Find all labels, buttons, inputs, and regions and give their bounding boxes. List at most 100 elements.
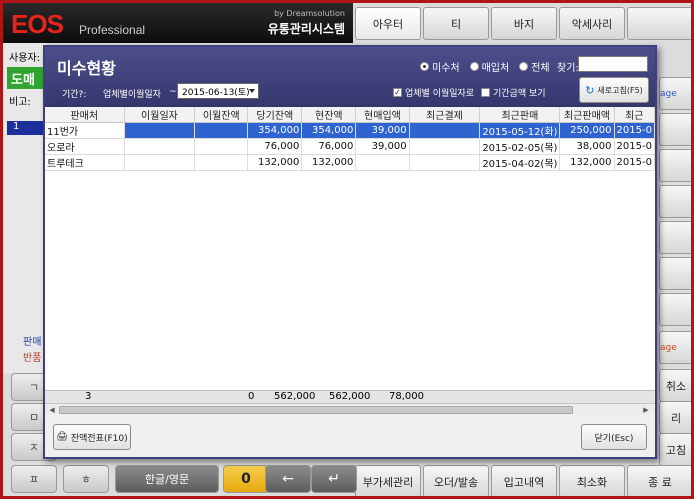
radio-receivables-label: 미수처: [432, 63, 460, 74]
tile-outer[interactable]: 아우터: [355, 7, 421, 40]
dialog-title: 미수현황: [57, 59, 116, 78]
receivables-dialog: 미수현황 미수처 매입처 전체 찾기: 기간?: 업체별이월일자 ~ 2015-…: [43, 45, 657, 459]
total-current-balance: 562,000: [329, 391, 371, 402]
ri-tile[interactable]: 리: [659, 401, 691, 434]
cell-seller: 오로라: [45, 138, 125, 155]
col-header-carry-date[interactable]: 이월일자: [124, 107, 196, 123]
col-header-recent[interactable]: 최근: [614, 107, 655, 123]
tile-accessories[interactable]: 악세사리: [559, 7, 625, 40]
col-header-carry-balance[interactable]: 이월잔액: [194, 107, 249, 123]
dialog-header: 미수현황 미수처 매입처 전체 찾기: 기간?: 업체별이월일자 ~ 2015-…: [45, 47, 655, 107]
col-header-current-balance[interactable]: 현잔액: [301, 107, 357, 123]
cell-recent: 2015-0: [614, 154, 655, 171]
page-next-tile[interactable]: age: [659, 77, 691, 110]
scroll-right-icon[interactable]: ▶: [641, 405, 651, 415]
tile-right-1[interactable]: [659, 113, 691, 146]
scrollbar-thumb[interactable]: [59, 406, 573, 414]
table-row[interactable]: 트루테크 132,000 132,000 2015-04-02(목) 132,0…: [45, 154, 655, 171]
zero-key[interactable]: 0: [223, 465, 269, 493]
brand-by-text: by Dreamsolution: [274, 9, 345, 18]
col-header-last-sale[interactable]: 최근판매: [479, 107, 561, 123]
tile-right-2[interactable]: [659, 149, 691, 182]
cell-last-sale: 2015-02-05(목): [479, 138, 561, 155]
cell-period-balance: 76,000: [247, 138, 303, 155]
radio-purchase[interactable]: 매입처: [469, 59, 509, 74]
filter-radio-group: 미수처 매입처 전체: [420, 59, 550, 74]
cell-carry-date: [124, 138, 196, 155]
cell-last-payment: [409, 154, 481, 171]
tile-right-6[interactable]: [659, 293, 691, 326]
exit-tile[interactable]: 종 료: [627, 465, 691, 496]
cell-last-payment: [409, 138, 481, 155]
grid-header-row: 판매처 이월일자 이월잔액 당기잔액 현잔액 현매입액 최근결제 최근판매 최근…: [45, 107, 655, 123]
period-amount-checkbox[interactable]: 기간금액 보기: [481, 86, 546, 99]
cell-period-balance: 132,000: [247, 154, 303, 171]
cell-purchases: 39,000: [355, 138, 410, 155]
lang-toggle-key[interactable]: 한글/영문: [115, 465, 219, 493]
cell-period-balance: 354,000: [247, 122, 303, 139]
cell-last-sale: 2015-05-12(화): [479, 122, 561, 139]
radio-receivables[interactable]: 미수처: [420, 59, 460, 74]
horizontal-scrollbar[interactable]: ◀ ▶: [45, 403, 655, 415]
radio-all[interactable]: 전체: [519, 59, 550, 74]
tile-right-3[interactable]: [659, 185, 691, 218]
search-label: 찾기:: [557, 63, 579, 74]
backspace-key[interactable]: ←: [265, 465, 311, 493]
period-amount-label: 기간금액 보기: [493, 89, 546, 99]
minimize-tile[interactable]: 최소화: [559, 465, 625, 496]
app-logo-subtitle: Professional: [79, 23, 146, 37]
col-header-period-balance[interactable]: 당기잔액: [247, 107, 303, 123]
cell-carry-balance: [194, 138, 249, 155]
col-header-last-payment[interactable]: 최근결제: [409, 107, 481, 123]
cell-last-payment: [409, 122, 481, 139]
left-panel: 사용자: 도매 비고: 1: [3, 43, 47, 373]
grid-totals-row: 3 0 562,000 562,000 78,000: [45, 390, 655, 403]
table-row[interactable]: 11번가 354,000 354,000 39,000 2015-05-12(화…: [45, 122, 655, 139]
enter-key[interactable]: ↵: [311, 465, 357, 493]
cell-carry-balance: [194, 154, 249, 171]
tile-pants[interactable]: 바지: [491, 7, 557, 40]
tile-right-4[interactable]: [659, 221, 691, 254]
close-button[interactable]: 닫기(Esc): [581, 424, 647, 450]
printer-icon: 🖨: [56, 432, 68, 442]
tile-right-5[interactable]: [659, 257, 691, 290]
cell-current-balance: 354,000: [301, 122, 357, 139]
cell-last-sale-amount: 38,000: [559, 138, 615, 155]
total-carry-balance: 0: [248, 391, 255, 402]
col-header-seller[interactable]: 판매처: [45, 107, 125, 123]
user-label: 사용자:: [9, 53, 40, 64]
receipt-history-tile[interactable]: 입고내역: [491, 465, 557, 496]
refresh-button[interactable]: ↻ 새로고침(F5): [579, 77, 649, 103]
app-window: EOS Professional by Dreamsolution 유통관리시스…: [0, 0, 694, 499]
refresh-tile[interactable]: 고침: [659, 433, 691, 466]
wholesale-button[interactable]: 도매: [7, 67, 45, 89]
col-header-last-sale-amount[interactable]: 최근판매액: [559, 107, 615, 123]
radio-dot-icon: [420, 62, 429, 71]
vendor-carry-date-checkbox[interactable]: ✓ 업체별 이월일자로: [393, 86, 474, 99]
order-shipping-tile[interactable]: 오더/발송: [423, 465, 489, 496]
tile-tee[interactable]: 티: [423, 7, 489, 40]
vendor-carry-date-label: 업체별 이월일자로: [405, 89, 475, 99]
page-prev-tile[interactable]: age: [659, 331, 691, 364]
cell-carry-date: [124, 122, 196, 139]
date-select[interactable]: 2015-06-13(토): [177, 83, 259, 99]
vat-management-tile[interactable]: 부가세관리: [355, 465, 421, 496]
note-label: 비고:: [9, 97, 31, 108]
key-hieut[interactable]: ㅎ: [63, 465, 109, 493]
cell-carry-balance: [194, 122, 249, 139]
radio-all-label: 전체: [531, 63, 550, 74]
cell-purchases: [355, 154, 410, 171]
table-row[interactable]: 오로라 76,000 76,000 39,000 2015-02-05(목) 3…: [45, 138, 655, 155]
cell-current-balance: 132,000: [301, 154, 357, 171]
cell-seller: 트루테크: [45, 154, 125, 171]
cell-purchases: 39,000: [355, 122, 410, 139]
scroll-left-icon[interactable]: ◀: [47, 405, 57, 415]
cancel-tile[interactable]: 취소: [659, 369, 691, 402]
search-input[interactable]: [578, 56, 648, 72]
balance-slip-button[interactable]: 🖨 잔액전표(F10): [53, 424, 131, 450]
return-text: 반품: [23, 353, 42, 364]
tile-empty[interactable]: [627, 7, 691, 40]
key-pieup[interactable]: ㅍ: [11, 465, 57, 493]
total-purchases: 78,000: [389, 391, 424, 402]
col-header-purchases[interactable]: 현매입액: [355, 107, 410, 123]
